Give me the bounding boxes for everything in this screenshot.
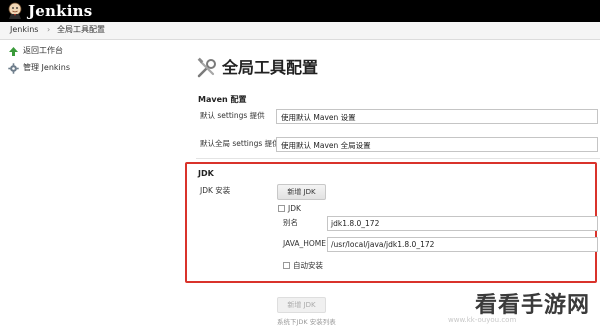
sidebar-item-label: 返回工作台: [23, 46, 63, 55]
sidebar-item-label: 管理 Jenkins: [23, 63, 70, 72]
sidebar-item-manage-jenkins[interactable]: 管理 Jenkins: [8, 62, 70, 74]
watermark-text: 看看手游网: [474, 293, 590, 318]
jdk-section-heading: JDK: [198, 169, 214, 178]
maven-settings-select[interactable]: 使用默认 Maven 设置: [276, 109, 598, 124]
add-jdk-button-secondary[interactable]: 新增 JDK: [277, 297, 326, 313]
breadcrumb-item-global-tools[interactable]: 全局工具配置: [57, 24, 105, 36]
jdk-install-label: JDK 安装: [200, 186, 231, 195]
maven-settings-label: 默认 settings 提供: [200, 111, 265, 120]
section-divider: [196, 158, 600, 159]
auto-install-checkbox[interactable]: [283, 262, 290, 269]
breadcrumb-separator: ›: [47, 25, 51, 34]
maven-global-settings-label: 默认全局 settings 提供: [200, 139, 280, 148]
jdk-alias-label: 别名: [283, 218, 298, 227]
java-home-label: JAVA_HOME: [283, 239, 327, 248]
maven-section-heading: Maven 配置: [198, 95, 247, 104]
jenkins-brand-text[interactable]: Jenkins: [28, 2, 92, 20]
page-title: 全局工具配置: [222, 58, 319, 77]
sidebar-item-back-to-dashboard[interactable]: 返回工作台: [8, 45, 63, 57]
jdk-delete-checkbox[interactable]: [278, 205, 285, 212]
maven-global-settings-select[interactable]: 使用默认 Maven 全局设置: [276, 137, 598, 152]
breadcrumb-item-jenkins[interactable]: Jenkins: [10, 24, 38, 36]
jenkins-butler-logo-icon[interactable]: [6, 2, 24, 20]
jdk-item-label: JDK: [288, 204, 301, 213]
add-jdk-button[interactable]: 新增 JDK: [277, 184, 326, 200]
gear-icon: [8, 62, 19, 74]
tools-icon: [197, 57, 216, 78]
jdk-alias-field[interactable]: jdk1.8.0_172: [327, 216, 598, 231]
up-arrow-icon: [9, 46, 18, 56]
auto-install-label: 自动安装: [293, 261, 323, 270]
jdk-list-footer-note: 系统下JDK 安装列表: [277, 318, 336, 326]
java-home-field[interactable]: /usr/local/java/jdk1.8.0_172: [327, 237, 598, 252]
